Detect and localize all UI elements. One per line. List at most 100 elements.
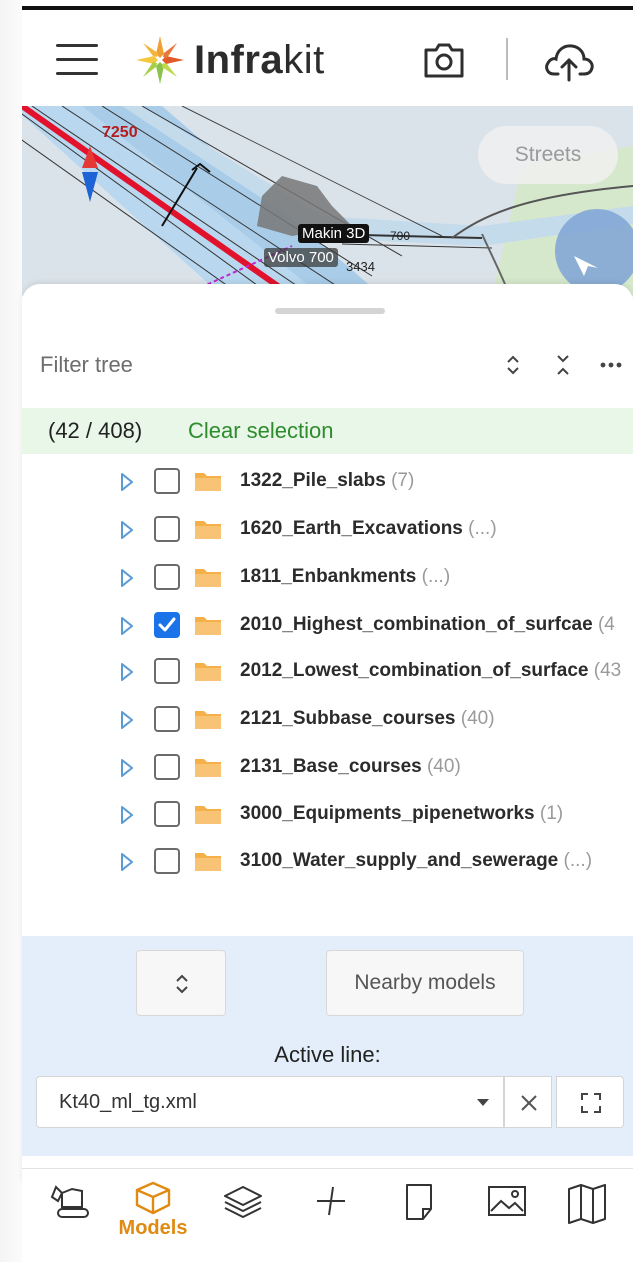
tree-item-label[interactable]: 3000_Equipments_pipenetworks (1)	[240, 803, 563, 825]
nav-map[interactable]	[552, 1181, 622, 1253]
expand-triangle-icon[interactable]	[120, 662, 134, 682]
chevron-up-down-icon	[176, 974, 188, 994]
expand-triangle-icon[interactable]	[120, 852, 134, 872]
expand-triangle-icon[interactable]	[120, 758, 134, 778]
camera-icon[interactable]	[422, 40, 466, 80]
tree-item-name: 2121_Subbase_courses	[240, 708, 456, 729]
hamburger-icon[interactable]	[56, 44, 98, 76]
tree-item-label[interactable]: 2010_Highest_combination_of_surfcae (4	[240, 614, 615, 636]
tree-checkbox[interactable]	[154, 468, 180, 494]
folder-icon	[195, 473, 221, 491]
folder-icon	[195, 759, 221, 777]
clear-selection-link[interactable]: Clear selection	[188, 418, 334, 444]
tree-item-label[interactable]: 1322_Pile_slabs (7)	[240, 470, 414, 492]
tree-checkbox-checked[interactable]	[154, 612, 180, 638]
collapse-all-icon[interactable]	[550, 352, 576, 378]
close-icon	[521, 1095, 537, 1111]
tree-checkbox[interactable]	[154, 801, 180, 827]
fullscreen-button[interactable]	[556, 1076, 624, 1128]
machine-label[interactable]: Makin 3D	[298, 224, 370, 243]
expand-triangle-icon[interactable]	[120, 710, 134, 730]
tree-item-name: 3000_Equipments_pipenetworks	[240, 803, 535, 824]
folder-icon	[195, 853, 221, 871]
nav-machines[interactable]	[36, 1181, 106, 1253]
tree-row[interactable]: 2121_Subbase_courses (40)	[22, 700, 633, 740]
filter-tree-input[interactable]	[40, 348, 460, 382]
nav-measure[interactable]	[296, 1181, 366, 1253]
tree-item-label[interactable]: 3100_Water_supply_and_sewerage (...)	[240, 850, 592, 872]
models-icon	[135, 1181, 171, 1215]
nav-models[interactable]: Models	[118, 1181, 188, 1253]
map-icon	[568, 1184, 606, 1224]
tree-row[interactable]: 2010_Highest_combination_of_surfcae (4	[22, 606, 633, 646]
tree-item-count: (43	[593, 660, 622, 681]
nearby-models-button[interactable]: Nearby models	[326, 950, 524, 1016]
nav-layers[interactable]	[208, 1181, 278, 1253]
tree-item-name: 2131_Base_courses	[240, 756, 422, 777]
tree-checkbox[interactable]	[154, 754, 180, 780]
selection-count: (42 / 408)	[48, 418, 143, 443]
tree-row[interactable]: 2012_Lowest_combination_of_surface (43	[22, 652, 633, 692]
more-options-icon[interactable]	[598, 352, 624, 378]
expand-triangle-icon[interactable]	[120, 616, 134, 636]
tree-item-count: (40)	[426, 756, 461, 777]
folder-icon	[195, 617, 221, 635]
app-screen: Infrakit 7250 Makin 3D Volvo 700 700 343…	[0, 0, 633, 1262]
nav-notes[interactable]	[384, 1181, 454, 1253]
machine-model-label[interactable]: Volvo 700	[264, 248, 338, 267]
active-line-value: Kt40_ml_tg.xml	[59, 1091, 197, 1113]
checkmark-icon	[158, 617, 176, 632]
tree-row[interactable]: 2131_Base_courses (40)	[22, 748, 633, 788]
tree-row[interactable]: 1811_Enbankments (...)	[22, 558, 633, 598]
tree-item-name: 2010_Highest_combination_of_surfcae	[240, 614, 593, 635]
expand-triangle-icon[interactable]	[120, 805, 134, 825]
expand-triangle-icon[interactable]	[120, 568, 134, 588]
tree-item-label[interactable]: 1620_Earth_Excavations (...)	[240, 518, 497, 540]
infrakit-logo	[136, 36, 184, 84]
tree-item-label[interactable]: 2131_Base_courses (40)	[240, 756, 461, 778]
tree-item-label[interactable]: 2121_Subbase_courses (40)	[240, 708, 495, 730]
expand-all-icon[interactable]	[500, 352, 526, 378]
active-line-select[interactable]: Kt40_ml_tg.xml	[36, 1076, 504, 1128]
brand-name: Infrakit	[194, 38, 325, 82]
tree-row[interactable]: 3000_Equipments_pipenetworks (1)	[22, 795, 633, 835]
tree-checkbox[interactable]	[154, 564, 180, 590]
selection-bar: (42 / 408) Clear selection	[22, 408, 633, 454]
nav-images[interactable]	[472, 1181, 542, 1253]
tree-checkbox[interactable]	[154, 848, 180, 874]
filter-row	[22, 340, 633, 390]
tree-checkbox[interactable]	[154, 658, 180, 684]
map-number-label: 700	[390, 229, 411, 243]
streets-layer-button[interactable]: Streets	[478, 126, 618, 184]
cloud-upload-icon[interactable]	[542, 36, 596, 84]
map-number-label-2: 3434	[346, 259, 375, 274]
folder-icon	[195, 806, 221, 824]
folder-icon	[195, 521, 221, 539]
active-line-label: Active line:	[274, 1042, 381, 1067]
tree-item-count: (...)	[468, 518, 497, 539]
map-view[interactable]: 7250 Makin 3D Volvo 700 700 3434 Streets	[22, 106, 633, 296]
bottom-navigation: Models	[22, 1168, 633, 1262]
clear-active-line-button[interactable]	[504, 1076, 552, 1128]
model-tree: 1322_Pile_slabs (7) 1620_Earth_Excavation…	[22, 468, 633, 908]
tree-item-name: 1811_Enbankments	[240, 566, 417, 587]
tree-item-label[interactable]: 2012_Lowest_combination_of_surface (43	[240, 660, 621, 682]
tree-item-label[interactable]: 1811_Enbankments (...)	[240, 566, 450, 588]
expand-triangle-icon[interactable]	[120, 472, 134, 492]
expand-toggle-button[interactable]	[136, 950, 226, 1016]
tree-checkbox[interactable]	[154, 516, 180, 542]
tree-row[interactable]: 3100_Water_supply_and_sewerage (...)	[22, 842, 633, 882]
tree-checkbox[interactable]	[154, 706, 180, 732]
tree-item-name: 3100_Water_supply_and_sewerage	[240, 850, 559, 871]
fullscreen-icon	[581, 1093, 601, 1113]
image-icon	[488, 1186, 526, 1216]
tree-item-count: (...)	[421, 566, 451, 587]
tree-item-count: (4	[597, 614, 615, 635]
tree-item-count: (1)	[539, 803, 564, 824]
sheet-drag-handle[interactable]	[275, 308, 385, 314]
tree-row[interactable]: 1322_Pile_slabs (7)	[22, 468, 633, 502]
measure-icon	[317, 1186, 345, 1216]
map-station-label: 7250	[102, 124, 138, 141]
expand-triangle-icon[interactable]	[120, 520, 134, 540]
tree-row[interactable]: 1620_Earth_Excavations (...)	[22, 510, 633, 550]
